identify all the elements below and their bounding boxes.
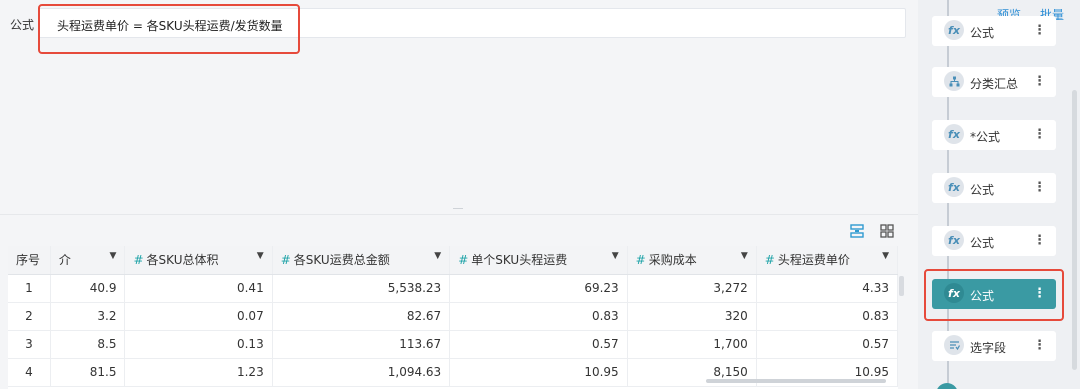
pipeline-step-label: 公式	[970, 26, 995, 40]
resize-handle[interactable]	[453, 208, 463, 209]
formula-expression[interactable]: 头程运费单价 = 各SKU头程运费/发货数量	[57, 17, 283, 34]
column-dropdown-icon[interactable]: ▼	[741, 251, 748, 261]
data-table: 序号介 ▼ # 各SKU总体积 ▼ # 各SKU运费总金额 ▼ # 单个SKU头程运费 ▼ # 采购成本…	[8, 246, 898, 389]
column-dropdown-icon[interactable]: ▼	[882, 251, 889, 261]
formula-label: 公式	[10, 18, 35, 32]
table-cell: 113.67	[272, 330, 451, 359]
column-header[interactable]: 介 ▼	[50, 246, 126, 275]
table-cell: 3.2	[50, 302, 126, 331]
table-row[interactable]: 3 8.5 0.13 113.67 0.57 1,700 0.57	[8, 330, 898, 359]
table-cell: 320	[627, 302, 757, 331]
table-cell: 40.9	[50, 274, 126, 303]
column-header[interactable]: # 采购成本 ▼	[627, 246, 757, 275]
column-dropdown-icon[interactable]: ▼	[257, 251, 264, 261]
row-index-cell: 1	[8, 274, 51, 303]
column-header[interactable]: 序号	[8, 246, 51, 275]
numeric-type-icon: #	[764, 253, 775, 268]
more-options-icon[interactable]: ⋮	[1033, 286, 1046, 301]
table-cell: 82.67	[272, 302, 451, 331]
table-cell: 0.57	[756, 330, 898, 359]
table-cell: 0.41	[124, 274, 273, 303]
panel-divider	[0, 214, 918, 215]
column-dropdown-icon[interactable]: ▼	[434, 251, 441, 261]
formula-fx-icon: fx	[944, 20, 964, 40]
table-vertical-scrollbar[interactable]	[899, 276, 904, 296]
group-summary-icon	[944, 71, 964, 91]
column-header-label: 采购成本	[648, 253, 697, 268]
table-body: 1 40.9 0.41 5,538.23 69.23 3,272 4.33 2 3.2 0.07 8…	[8, 274, 898, 387]
pipeline-bottom-node	[936, 383, 958, 389]
table-cell: 5,538.23	[272, 274, 451, 303]
table-cell: 4.33	[756, 274, 898, 303]
table-cell: 8.5	[50, 330, 126, 359]
numeric-type-icon: #	[133, 253, 144, 268]
table-cell: 0.83	[449, 302, 628, 331]
more-options-icon[interactable]: ⋮	[1033, 23, 1046, 38]
column-header-label: 介	[58, 253, 71, 268]
pipeline-step-label: 公式	[970, 289, 995, 303]
pipeline-step[interactable]: 分类汇总 ⋮	[932, 67, 1056, 97]
table-cell: 0.57	[449, 330, 628, 359]
column-header-label: 单个SKU头程运费	[471, 253, 568, 268]
table-horizontal-scrollbar[interactable]	[706, 379, 886, 383]
pipeline-step-label: 分类汇总	[970, 77, 1019, 91]
column-header[interactable]: # 各SKU总体积 ▼	[124, 246, 273, 275]
pipeline-step[interactable]: fx 公式 ⋮	[932, 16, 1056, 46]
column-dropdown-icon[interactable]: ▼	[612, 251, 619, 261]
formula-input[interactable]: 头程运费单价 = 各SKU头程运费/发货数量	[38, 8, 906, 38]
table-row[interactable]: 1 40.9 0.41 5,538.23 69.23 3,272 4.33	[8, 274, 898, 303]
row-index-cell: 4	[8, 358, 51, 387]
table-cell: 1,094.63	[272, 358, 451, 387]
column-header-label: 序号	[16, 253, 41, 268]
numeric-type-icon: #	[280, 253, 291, 268]
table-cell: 0.07	[124, 302, 273, 331]
column-header[interactable]: # 单个SKU头程运费 ▼	[449, 246, 628, 275]
pipeline-step[interactable]: fx 公式 ⋮	[932, 279, 1056, 309]
pipeline-step[interactable]: fx *公式 ⋮	[932, 120, 1056, 150]
select-fields-icon	[944, 335, 964, 355]
more-options-icon[interactable]: ⋮	[1033, 74, 1046, 89]
column-header-label: 各SKU总体积	[146, 253, 219, 268]
row-index-cell: 3	[8, 330, 51, 359]
formula-fx-icon: fx	[944, 124, 964, 144]
table-cell: 1,700	[627, 330, 757, 359]
more-options-icon[interactable]: ⋮	[1033, 233, 1046, 248]
pipeline-step-label: 公式	[970, 183, 995, 197]
pipeline-step-label: 公式	[970, 236, 995, 250]
row-index-cell: 2	[8, 302, 51, 331]
table-cell: 1.23	[124, 358, 273, 387]
pipeline-scrollbar[interactable]	[1072, 90, 1077, 370]
numeric-type-icon: #	[458, 253, 469, 268]
pipeline-step[interactable]: fx 公式 ⋮	[932, 226, 1056, 256]
pipeline-step-label: 选字段	[970, 341, 1007, 355]
column-header-label: 头程运费单价	[777, 253, 850, 268]
more-options-icon[interactable]: ⋮	[1033, 338, 1046, 353]
grid-view-icon[interactable]	[878, 222, 896, 240]
list-view-icon[interactable]	[848, 222, 866, 240]
column-header[interactable]: # 各SKU运费总金额 ▼	[272, 246, 451, 275]
table-row[interactable]: 2 3.2 0.07 82.67 0.83 320 0.83	[8, 302, 898, 331]
table-header-row: 序号介 ▼ # 各SKU总体积 ▼ # 各SKU运费总金额 ▼ # 单个SKU头程运费 ▼ # 采购成本…	[8, 246, 898, 275]
table-cell: 0.13	[124, 330, 273, 359]
formula-editor-panel: 公式 头程运费单价 = 各SKU头程运费/发货数量 序号介 ▼ # 各SKU总体积 ▼ #…	[0, 0, 918, 389]
column-dropdown-icon[interactable]: ▼	[110, 251, 117, 261]
formula-fx-icon: fx	[944, 230, 964, 250]
pipeline-step[interactable]: 选字段 ⋮	[932, 331, 1056, 361]
table-cell: 69.23	[449, 274, 628, 303]
more-options-icon[interactable]: ⋮	[1033, 127, 1046, 142]
pipeline-step-label: *公式	[970, 130, 1001, 144]
column-header-label: 各SKU运费总金额	[293, 253, 390, 268]
table-cell: 81.5	[50, 358, 126, 387]
column-header[interactable]: # 头程运费单价 ▼	[756, 246, 898, 275]
formula-fx-icon: fx	[944, 283, 964, 303]
pipeline-step[interactable]: fx 公式 ⋮	[932, 173, 1056, 203]
table-cell: 0.83	[756, 302, 898, 331]
numeric-type-icon: #	[635, 253, 646, 268]
table-cell: 3,272	[627, 274, 757, 303]
pipeline-panel: 预览 批量 fx 公式 ⋮ 分类汇总 ⋮ fx *公式 ⋮ fx 公式 ⋮ fx 公式 ⋮ fx 公式 ⋮ 选字段…	[920, 0, 1080, 389]
formula-fx-icon: fx	[944, 177, 964, 197]
more-options-icon[interactable]: ⋮	[1033, 180, 1046, 195]
table-cell: 10.95	[449, 358, 628, 387]
